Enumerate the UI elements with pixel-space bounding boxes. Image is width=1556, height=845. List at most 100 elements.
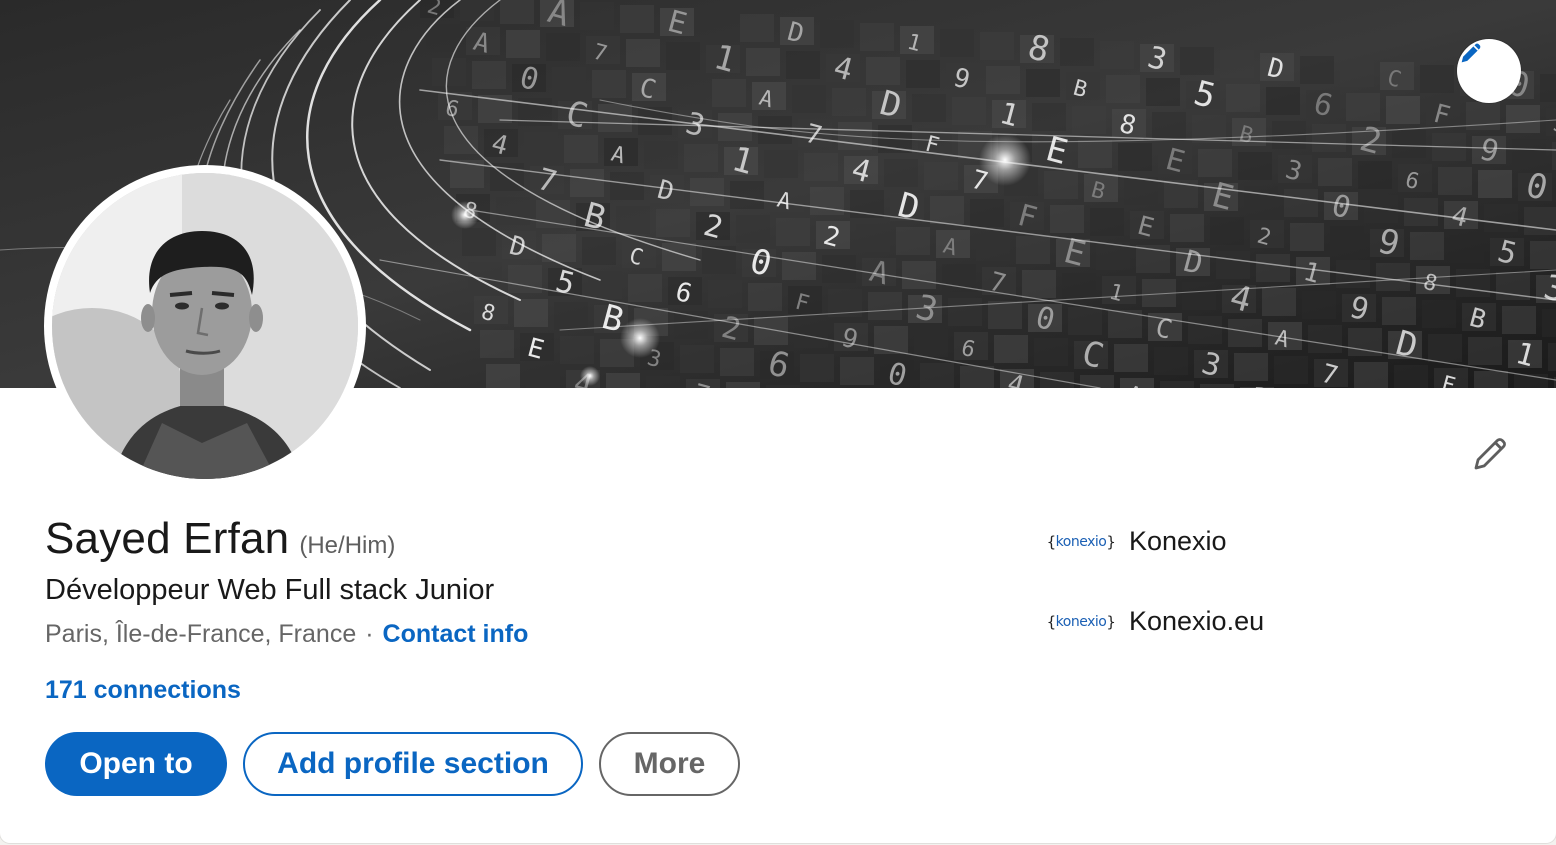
banner-grid-cell bbox=[1392, 130, 1426, 158]
org-konexio-eu[interactable]: {konexio} Konexio.eu bbox=[1046, 606, 1264, 637]
banner-grid-cell bbox=[1106, 75, 1140, 103]
separator-dot: · bbox=[365, 620, 374, 648]
banner-grid-cell bbox=[702, 246, 736, 274]
banner-grid-cell bbox=[560, 336, 594, 364]
banner-grid-cell bbox=[1266, 87, 1300, 115]
banner-grid-cell bbox=[914, 329, 948, 357]
banner-grid-cell bbox=[986, 66, 1020, 94]
banner-grid-cell bbox=[1226, 84, 1260, 112]
profile-location: Paris, Île-de-France, France bbox=[45, 620, 357, 648]
banner-grid-cell bbox=[1262, 288, 1296, 316]
banner-grid-cell bbox=[1300, 56, 1334, 84]
banner-grid-cell bbox=[1198, 149, 1232, 177]
profile-photo-frame[interactable] bbox=[44, 165, 366, 487]
banner-grid-cell bbox=[626, 39, 660, 67]
banner-grid-cell bbox=[1060, 38, 1094, 66]
banner-grid-cell bbox=[700, 11, 734, 39]
banner-grid-cell bbox=[1394, 365, 1428, 388]
banner-grid-cell bbox=[726, 382, 760, 388]
banner-grid-cell bbox=[1220, 50, 1254, 78]
banner-grid-cell bbox=[800, 354, 834, 382]
banner-grid-cell bbox=[610, 172, 644, 200]
banner-grid-cell bbox=[460, 0, 494, 21]
banner-grid-cell bbox=[720, 348, 754, 376]
open-to-button[interactable]: Open to bbox=[45, 732, 227, 796]
banner-grid-cell bbox=[740, 14, 774, 42]
banner-grid-cell bbox=[646, 376, 680, 388]
banner-grid-cell bbox=[1080, 375, 1114, 388]
contact-info-link[interactable]: Contact info bbox=[383, 620, 529, 649]
banner-grid-cell bbox=[616, 206, 650, 234]
banner-grid-cell bbox=[570, 169, 604, 197]
banner-grid-cell bbox=[1068, 307, 1102, 335]
banner-grid-cell bbox=[912, 94, 946, 122]
banner-grid-cell bbox=[1540, 74, 1556, 102]
banner-grid-cell bbox=[1124, 177, 1158, 205]
banner-grid-cell bbox=[1478, 170, 1512, 198]
banner-grid-cell bbox=[994, 335, 1028, 363]
banner-grid-cell bbox=[1548, 343, 1556, 371]
banner-grid-cell bbox=[1376, 263, 1410, 291]
banner-grid-cell bbox=[1330, 226, 1364, 254]
banner-grid-cell bbox=[514, 299, 548, 327]
banner-grid-cell bbox=[680, 345, 714, 373]
banner-grid-cell bbox=[1034, 338, 1068, 366]
banner-grid-cell bbox=[1090, 208, 1124, 236]
edit-banner-button[interactable] bbox=[1457, 39, 1521, 103]
konexio-logo: {konexio} bbox=[1046, 532, 1116, 551]
banner-grid-cell bbox=[1512, 139, 1546, 167]
org-konexio[interactable]: {konexio} Konexio bbox=[1046, 526, 1227, 557]
banner-grid-cell bbox=[1474, 371, 1508, 388]
banner-grid-cell bbox=[856, 224, 890, 252]
more-button[interactable]: More bbox=[599, 732, 740, 796]
banner-grid-cell bbox=[620, 5, 654, 33]
banner-grid-cell bbox=[1308, 325, 1342, 353]
banner-grid-cell bbox=[1502, 306, 1536, 334]
profile-photo bbox=[52, 173, 358, 479]
banner-grid-cell bbox=[1044, 171, 1078, 199]
banner-grid-cell bbox=[1238, 152, 1272, 180]
banner-grid-cell bbox=[1354, 362, 1388, 388]
banner-grid-cell bbox=[1506, 105, 1540, 133]
banner-grid-cell bbox=[1146, 78, 1180, 106]
add-profile-section-button[interactable]: Add profile section bbox=[243, 732, 583, 796]
banner-grid-cell bbox=[1420, 65, 1454, 93]
banner-grid-cell bbox=[1100, 41, 1134, 69]
banner-grid-cell bbox=[906, 60, 940, 88]
banner-grid-cell bbox=[1284, 189, 1318, 217]
banner-grid-cell bbox=[924, 162, 958, 190]
connections-link[interactable]: 171 connections bbox=[45, 676, 241, 705]
banner-grid-cell bbox=[1542, 309, 1556, 337]
banner-grid-cell bbox=[1032, 103, 1066, 131]
banner-grid-cell bbox=[592, 70, 626, 98]
banner-grid-cell bbox=[782, 252, 816, 280]
banner-grid-cell bbox=[832, 88, 866, 116]
banner-grid-cell bbox=[628, 274, 662, 302]
banner-grid-cell bbox=[736, 215, 770, 243]
banner-grid-cell bbox=[588, 271, 622, 299]
banner-grid-cell bbox=[822, 255, 856, 283]
banner-grid-cell bbox=[708, 280, 742, 308]
banner-grid-cell bbox=[776, 218, 810, 246]
banner-grid-cell bbox=[472, 61, 506, 89]
banner-grid-cell bbox=[1022, 270, 1056, 298]
banner-grid-cell bbox=[902, 261, 936, 289]
banner-grid-cell bbox=[506, 30, 540, 58]
profile-headline: Développeur Web Full stack Junior bbox=[45, 574, 495, 606]
banner-grid-cell bbox=[672, 76, 706, 104]
banner-grid-cell bbox=[786, 51, 820, 79]
banner-grid-cell bbox=[1216, 251, 1250, 279]
banner-grid-cell bbox=[1530, 241, 1556, 269]
banner-grid-cell bbox=[952, 97, 986, 125]
avatar[interactable] bbox=[52, 173, 358, 479]
banner-grid-cell bbox=[1484, 204, 1518, 232]
edit-intro-button[interactable] bbox=[1462, 426, 1518, 482]
banner-grid-cell bbox=[644, 141, 678, 169]
banner-grid-cell bbox=[1026, 69, 1060, 97]
banner-grid-cell bbox=[820, 20, 854, 48]
banner-grid-cell bbox=[764, 150, 798, 178]
banner-grid-cell bbox=[1340, 59, 1374, 87]
banner-grid-cell bbox=[1114, 344, 1148, 372]
org-name: Konexio bbox=[1129, 526, 1227, 556]
konexio-eu-logo: {konexio} bbox=[1046, 612, 1116, 631]
